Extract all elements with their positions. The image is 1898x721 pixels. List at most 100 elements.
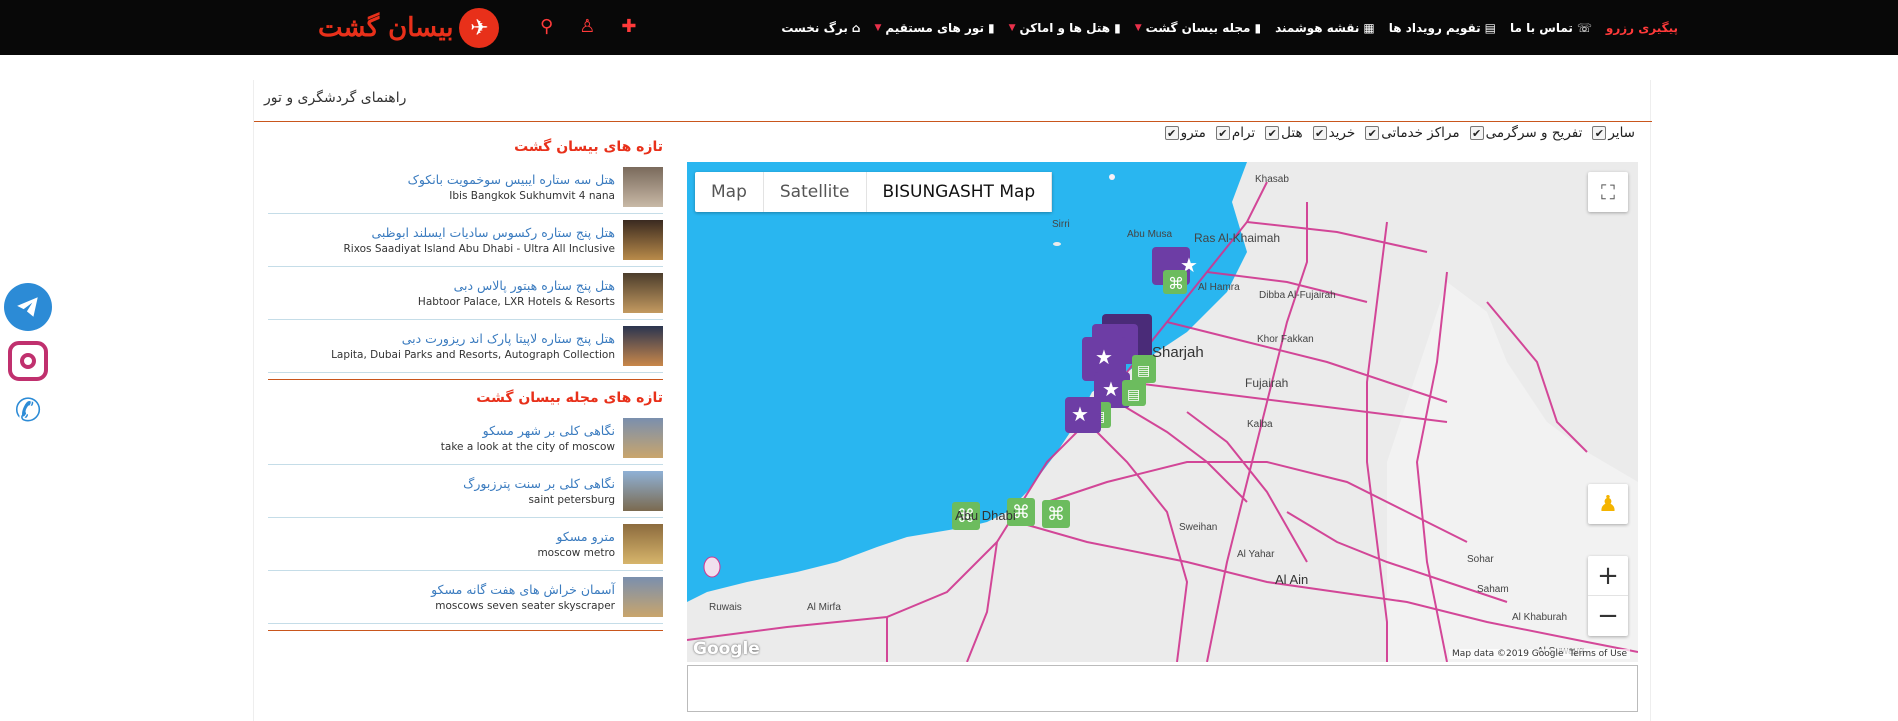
nav-item-tours[interactable]: ▮ تور های مستقیم ▼ xyxy=(874,21,994,35)
list-item[interactable]: نگاهی کلی بر شهر مسکو take a look at the … xyxy=(268,412,663,465)
map-label: Sohar xyxy=(1467,554,1494,565)
nav-item-booking-tracking[interactable]: پیگیری رزرو xyxy=(1606,21,1678,35)
list-item[interactable]: مترو مسکو moscow metro xyxy=(268,518,663,571)
map-label: Abu Musa xyxy=(1127,229,1172,240)
nav-label: برگ نخست xyxy=(781,20,848,35)
street-view-pegman[interactable]: ♟ xyxy=(1588,484,1628,524)
item-title-link[interactable]: مترو مسکو xyxy=(268,529,615,544)
nav-item-home[interactable]: ⌂ برگ نخست xyxy=(781,21,860,35)
item-title-link[interactable]: نگاهی کلی بر سنت پترزبورگ xyxy=(268,476,615,491)
content-frame: راهنمای گردشگری و تور تازه های بیسان گشت… xyxy=(253,80,1652,721)
section-title-magazine: تازه های مجله بیسان گشت xyxy=(476,390,663,406)
thumbnail-image[interactable] xyxy=(623,220,663,260)
divider xyxy=(268,630,663,631)
search-icon[interactable]: ⚲ xyxy=(540,16,553,37)
caret-down-icon: ▼ xyxy=(1134,22,1142,33)
filter-5[interactable]: تفریح و سرگرمی ✔ xyxy=(1469,125,1582,141)
list-item[interactable]: هتل پنج ستاره هبتور پالاس دبی Habtoor Pal… xyxy=(268,267,663,320)
list-item[interactable]: آسمان خراش های هفت گانه مسکو moscows seve… xyxy=(268,571,663,624)
add-user-icon[interactable]: ✚ xyxy=(621,16,636,37)
item-text: هتل پنج ستاره هبتور پالاس دبی Habtoor Pal… xyxy=(268,278,615,308)
top-navbar: بیسان گشت ✈ ⚲ ♙ ✚ ⌂ برگ نخست ▮ تور های مست… xyxy=(0,0,1898,55)
map-type-bisungasht[interactable]: BISUNGASHT Map xyxy=(867,172,1053,212)
filter-checkbox[interactable]: ✔ xyxy=(1312,126,1327,140)
thumbnail-image[interactable] xyxy=(623,167,663,207)
filter-label: هتل xyxy=(1281,125,1303,141)
svg-text:★: ★ xyxy=(1071,402,1089,426)
thumbnail-image[interactable] xyxy=(623,418,663,458)
google-logo: Google xyxy=(693,639,760,659)
map-label: Sharjah xyxy=(1152,344,1204,361)
nav-item-smart-map[interactable]: ▦ نقشه هوشمند xyxy=(1275,21,1375,35)
nav-label: تماس با ما xyxy=(1509,20,1573,35)
filter-checkbox[interactable]: ✔ xyxy=(1365,126,1380,140)
map-label: Al Yahar xyxy=(1237,549,1275,560)
nav-item-calendar[interactable]: ▤ تقویم رویداد ها xyxy=(1389,21,1496,35)
map-type-map[interactable]: Map xyxy=(695,172,764,212)
list-item[interactable]: هتل پنج ستاره رکسوس سادیات ایسلند ابوظبی… xyxy=(268,214,663,267)
map-label: Kalba xyxy=(1247,419,1273,430)
list-item[interactable]: هتل پنج ستاره لاپیتا پارک اند ریزورت دبی… xyxy=(268,320,663,373)
zoom-in-button[interactable]: + xyxy=(1588,556,1628,596)
item-text: نگاهی کلی بر سنت پترزبورگ saint petersbur… xyxy=(268,476,615,506)
item-title-link[interactable]: نگاهی کلی بر شهر مسکو xyxy=(268,423,615,438)
list-item[interactable]: نگاهی کلی بر سنت پترزبورگ saint petersbur… xyxy=(268,465,663,518)
zoom-out-button[interactable]: − xyxy=(1588,596,1628,636)
item-title-link[interactable]: هتل پنج ستاره لاپیتا پارک اند ریزورت دبی xyxy=(268,331,615,346)
filter-1[interactable]: ترام ✔ xyxy=(1215,125,1255,141)
thumbnail-image[interactable] xyxy=(623,577,663,617)
svg-text:★: ★ xyxy=(1095,345,1113,369)
thumbnail-image[interactable] xyxy=(623,326,663,366)
nav-item-hotels[interactable]: ▮ هتل ها و اماکن ▼ xyxy=(1009,21,1121,35)
telegram-icon[interactable] xyxy=(4,283,52,331)
sidebar: تازه های بیسان گشت هتل سه ستاره ایبیس سو… xyxy=(268,135,663,637)
item-title-link[interactable]: هتل پنج ستاره هبتور پالاس دبی xyxy=(268,278,615,293)
filter-label: سایر xyxy=(1608,125,1635,141)
list-item[interactable]: هتل سه ستاره ایبیس سوخمویت بانکوک Ibis Ba… xyxy=(268,161,663,214)
filter-2[interactable]: هتل ✔ xyxy=(1265,125,1303,141)
thumbnail-image[interactable] xyxy=(623,524,663,564)
filter-checkbox[interactable]: ✔ xyxy=(1265,126,1280,140)
nav-item-contact[interactable]: ☏ تماس با ما xyxy=(1510,21,1592,35)
item-title-link[interactable]: هتل پنج ستاره رکسوس سادیات ایسلند ابوظبی xyxy=(268,225,615,240)
map-label: Khasab xyxy=(1255,174,1289,185)
map-info-box xyxy=(687,665,1638,712)
item-subtitle: saint petersburg xyxy=(528,494,615,506)
svg-text:▤: ▤ xyxy=(1127,387,1140,403)
phone-call-icon[interactable]: ✆ xyxy=(15,391,42,429)
filter-checkbox[interactable]: ✔ xyxy=(1215,126,1230,140)
filter-checkbox[interactable]: ✔ xyxy=(1164,126,1179,140)
item-title-link[interactable]: آسمان خراش های هفت گانه مسکو xyxy=(268,582,615,597)
nav-item-magazine[interactable]: ▮ مجله بیسان گشت ▼ xyxy=(1135,21,1261,35)
filter-6[interactable]: سایر ✔ xyxy=(1592,125,1635,141)
calendar-icon: ▤ xyxy=(1484,20,1496,35)
map-canvas[interactable]: ★ ⌘ ★ ★ ▤ ▤ ▤ ★ ⌘ ⌘ ⌘ Abu Musa Sirri Ras… xyxy=(687,162,1638,662)
divider xyxy=(268,379,663,380)
filter-checkbox[interactable]: ✔ xyxy=(1469,126,1484,140)
item-text: آسمان خراش های هفت گانه مسکو moscows seve… xyxy=(268,582,615,612)
item-subtitle: Rixos Saadiyat Island Abu Dhabi - Ultra … xyxy=(343,243,615,255)
terms-link[interactable]: Terms of Use xyxy=(1569,649,1627,659)
map-label: Khor Fakkan xyxy=(1257,334,1314,345)
instagram-icon[interactable] xyxy=(8,341,48,381)
map-attribution: Map data ©2019 Google Terms of Use xyxy=(1449,649,1630,659)
item-title-link[interactable]: هتل سه ستاره ایبیس سوخمویت بانکوک xyxy=(268,172,615,187)
fullscreen-button[interactable]: ⛶ xyxy=(1588,172,1628,212)
item-subtitle: Lapita, Dubai Parks and Resorts, Autogra… xyxy=(331,349,615,361)
thumbnail-image[interactable] xyxy=(623,471,663,511)
caret-down-icon: ▼ xyxy=(874,22,882,33)
filter-4[interactable]: مراکز خدماتی ✔ xyxy=(1365,125,1460,141)
map-filters: مترو ✔ ترام ✔ هتل ✔ خرید ✔ مراکز خدماتی ✔ تفریح و … xyxy=(1164,125,1635,141)
brand-logo[interactable]: بیسان گشت ✈ xyxy=(318,8,500,48)
nav-label: تور های مستقیم xyxy=(885,20,984,35)
phone-icon: ☏ xyxy=(1576,20,1592,35)
map-label: Ruwais xyxy=(709,602,742,613)
svg-text:★: ★ xyxy=(1102,377,1120,401)
map-type-satellite[interactable]: Satellite xyxy=(764,172,867,212)
filter-0[interactable]: مترو ✔ xyxy=(1164,125,1206,141)
filter-3[interactable]: خرید ✔ xyxy=(1312,125,1355,141)
thumbnail-image[interactable] xyxy=(623,273,663,313)
caret-down-icon: ▼ xyxy=(1008,22,1016,33)
user-icon[interactable]: ♙ xyxy=(579,16,595,37)
filter-checkbox[interactable]: ✔ xyxy=(1592,126,1607,140)
